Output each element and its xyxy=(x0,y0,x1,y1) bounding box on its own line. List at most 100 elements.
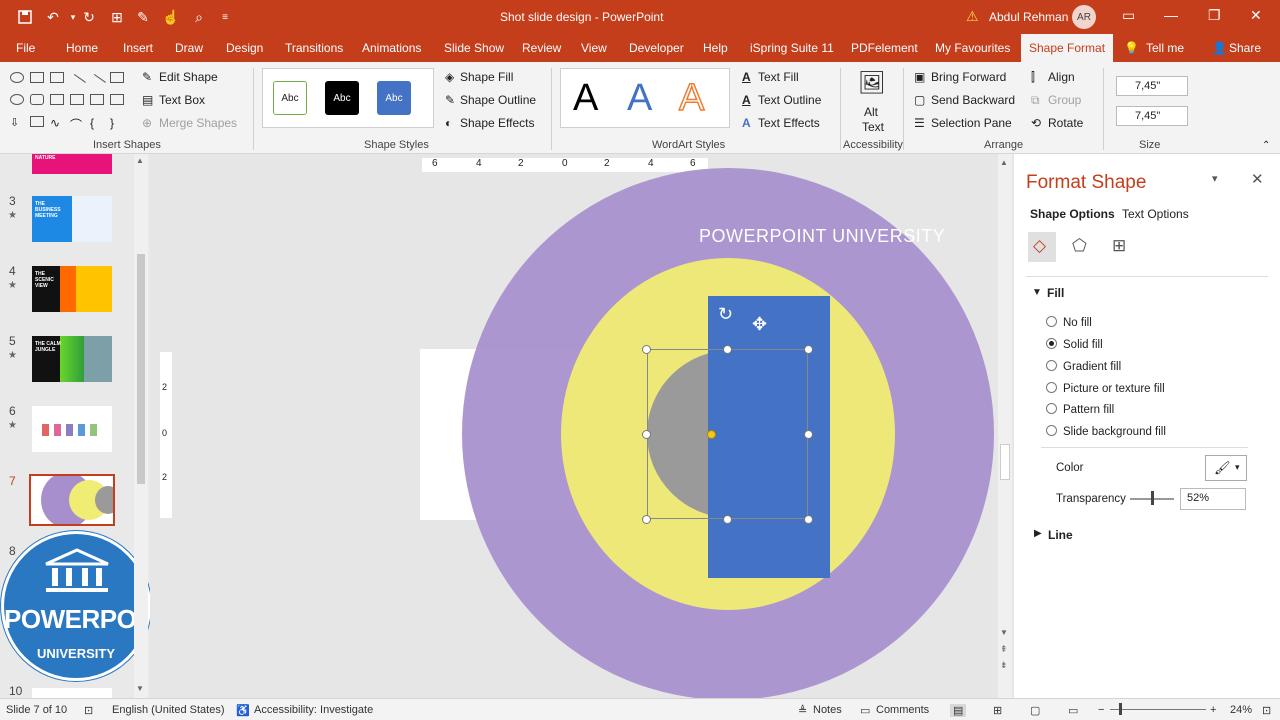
tab-ispring[interactable]: iSpring Suite 11 xyxy=(750,41,834,55)
share-icon[interactable]: 👤 xyxy=(1212,41,1227,55)
spelling-icon[interactable]: ⊡ xyxy=(84,704,93,717)
collapse-ribbon-icon[interactable]: ⌃ xyxy=(1262,140,1270,151)
resize-handle[interactable] xyxy=(804,345,813,354)
arc-shape-icon[interactable]: ⌒ xyxy=(70,116,84,132)
slideshow-view-icon[interactable]: ▭ xyxy=(1068,704,1078,717)
normal-view-icon[interactable]: ▤ xyxy=(950,704,967,717)
elbow-shape-icon[interactable] xyxy=(90,94,104,105)
block-arrow-shape-icon[interactable] xyxy=(110,94,124,105)
previous-slide-icon[interactable]: ⇞ xyxy=(1000,644,1008,655)
slide-background-fill-option[interactable]: Slide background fill xyxy=(1046,425,1166,438)
accessibility-icon[interactable]: ♿ xyxy=(236,704,250,717)
share-button[interactable]: Share xyxy=(1229,41,1261,55)
scroll-down-icon[interactable]: ▼ xyxy=(136,684,144,693)
canvas-vertical-scrollbar[interactable]: ▲ ▼ ⇞ ⇟ xyxy=(998,154,1012,698)
maximize-icon[interactable]: ❐ xyxy=(1208,7,1221,24)
selection-pane-icon[interactable]: ☰ xyxy=(914,116,925,130)
effects-pentagon-icon[interactable]: ⬠ xyxy=(1072,236,1087,256)
align-icon[interactable]: ⫿ xyxy=(1031,70,1035,85)
customize-toolbar-icon[interactable]: ≡ xyxy=(216,8,234,26)
shape-height-field[interactable]: 7,45" xyxy=(1116,76,1188,96)
curve-shape-icon[interactable]: ∿ xyxy=(50,116,64,130)
tab-shape-options[interactable]: Shape Options xyxy=(1030,207,1115,221)
tab-slide-show[interactable]: Slide Show xyxy=(444,41,504,55)
radio-selected-icon[interactable] xyxy=(1046,338,1057,349)
adjust-handle[interactable] xyxy=(707,430,716,439)
transparency-value[interactable]: 52% xyxy=(1180,488,1246,510)
thumbnail-scrollbar[interactable]: ▲ ▼ xyxy=(134,154,148,698)
text-outline-button[interactable]: Text Outline xyxy=(758,93,821,107)
send-backward-button[interactable]: Send Backward xyxy=(931,93,1015,107)
zoom-out-icon[interactable]: − xyxy=(1098,704,1104,716)
warning-icon[interactable]: ⚠ xyxy=(966,8,979,25)
tab-file[interactable]: File xyxy=(16,41,35,55)
zoom-in-icon[interactable]: + xyxy=(1210,704,1216,716)
connector-shape-icon[interactable] xyxy=(70,94,84,105)
resize-handle[interactable] xyxy=(642,430,651,439)
wordart-orange-sample[interactable]: A xyxy=(678,76,705,120)
line-section-header[interactable]: Line xyxy=(1048,528,1073,542)
style-swatch-outline[interactable]: Abc xyxy=(273,81,307,115)
zoom-level[interactable]: 24% xyxy=(1230,704,1252,716)
start-presentation-icon[interactable]: ⊞ xyxy=(108,8,126,26)
undo-icon[interactable]: ↶ xyxy=(44,8,62,26)
text-box-button[interactable]: Text Box xyxy=(159,93,205,107)
accessibility-status[interactable]: Accessibility: Investigate xyxy=(254,704,373,716)
tab-pdfelement[interactable]: PDFelement xyxy=(851,41,918,55)
transparency-slider-thumb[interactable] xyxy=(1151,491,1154,505)
resize-handle[interactable] xyxy=(642,345,651,354)
oval2-shape-icon[interactable] xyxy=(10,94,24,105)
edit-shape-icon[interactable]: ✎ xyxy=(142,70,152,84)
slide-canvas[interactable]: 6 4 2 0 2 4 6 2 0 2 POWERPOINT UNIVERSIT… xyxy=(150,154,998,698)
close-window-icon[interactable]: ✕ xyxy=(1250,7,1262,24)
radio-icon[interactable] xyxy=(1046,425,1057,436)
text-effects-button[interactable]: Text Effects xyxy=(758,116,820,130)
minimize-icon[interactable]: — xyxy=(1164,7,1178,23)
pattern-fill-option[interactable]: Pattern fill xyxy=(1046,403,1114,416)
zoom-slider[interactable] xyxy=(1110,709,1206,710)
comments-icon[interactable]: ▭ xyxy=(860,704,870,717)
color-picker-button[interactable]: 🖌 ▾ xyxy=(1205,455,1247,481)
slide-thumbnail-3[interactable]: THE BUSINESS MEETING xyxy=(32,196,112,242)
slide-thumbnail-7-selected[interactable] xyxy=(29,474,115,526)
slide-thumbnail-5[interactable]: THE CALM JUNGLE xyxy=(32,336,112,382)
line-expand-icon[interactable]: ▶ xyxy=(1034,528,1042,539)
notes-button[interactable]: Notes xyxy=(813,704,842,716)
rotate-handle-icon[interactable]: ↻ xyxy=(718,304,733,325)
alt-text-line2[interactable]: Text xyxy=(862,120,884,134)
fill-section-header[interactable]: Fill xyxy=(1047,286,1064,300)
tab-shape-format[interactable]: Shape Format xyxy=(1021,34,1114,62)
shape-outline-button[interactable]: Shape Outline xyxy=(460,93,536,107)
tell-me[interactable]: Tell me xyxy=(1146,41,1184,55)
shape-effects-button[interactable]: Shape Effects xyxy=(460,116,535,130)
radio-icon[interactable] xyxy=(1046,403,1057,414)
comments-button[interactable]: Comments xyxy=(876,704,929,716)
wordart-gallery[interactable]: A A A xyxy=(560,68,730,128)
tab-design[interactable]: Design xyxy=(226,41,263,55)
rotate-button[interactable]: Rotate xyxy=(1048,116,1083,130)
shape-fill-button[interactable]: Shape Fill xyxy=(460,70,513,84)
fill-line-tab[interactable]: ◇ xyxy=(1028,232,1056,262)
triangle-shape-icon[interactable] xyxy=(50,94,64,105)
rectangle-shape-icon[interactable] xyxy=(30,72,44,83)
line-shape-icon[interactable] xyxy=(68,73,86,92)
text-fill-icon[interactable]: A xyxy=(742,70,751,84)
tab-developer[interactable]: Developer xyxy=(629,41,684,55)
down-arrow-shape-icon[interactable]: ⇩ xyxy=(10,116,24,129)
tell-me-icon[interactable]: 💡 xyxy=(1124,41,1139,55)
print-preview-icon[interactable]: ⌕ xyxy=(190,8,208,26)
align-button[interactable]: Align xyxy=(1048,70,1075,84)
size-properties-icon[interactable]: ⊞ xyxy=(1112,236,1126,256)
tab-draw[interactable]: Draw xyxy=(175,41,203,55)
slide-thumbnail-2[interactable]: NATURE xyxy=(32,154,112,174)
wordart-black-sample[interactable]: A xyxy=(573,77,598,120)
shape-fill-icon[interactable]: ◈ xyxy=(445,70,454,84)
close-pane-icon[interactable]: ✕ xyxy=(1251,170,1264,188)
slide-sorter-icon[interactable]: ⊞ xyxy=(993,704,1002,717)
solid-fill-option[interactable]: Solid fill xyxy=(1046,338,1103,351)
shapes-gallery[interactable]: ⇩ ∿ ⌒ { } xyxy=(8,70,128,132)
radio-icon[interactable] xyxy=(1046,382,1057,393)
rotate-icon[interactable]: ⟲ xyxy=(1031,116,1041,130)
scroll-up-icon[interactable]: ▲ xyxy=(1000,158,1008,167)
ribbon-display-icon[interactable]: ▭ xyxy=(1122,7,1135,24)
